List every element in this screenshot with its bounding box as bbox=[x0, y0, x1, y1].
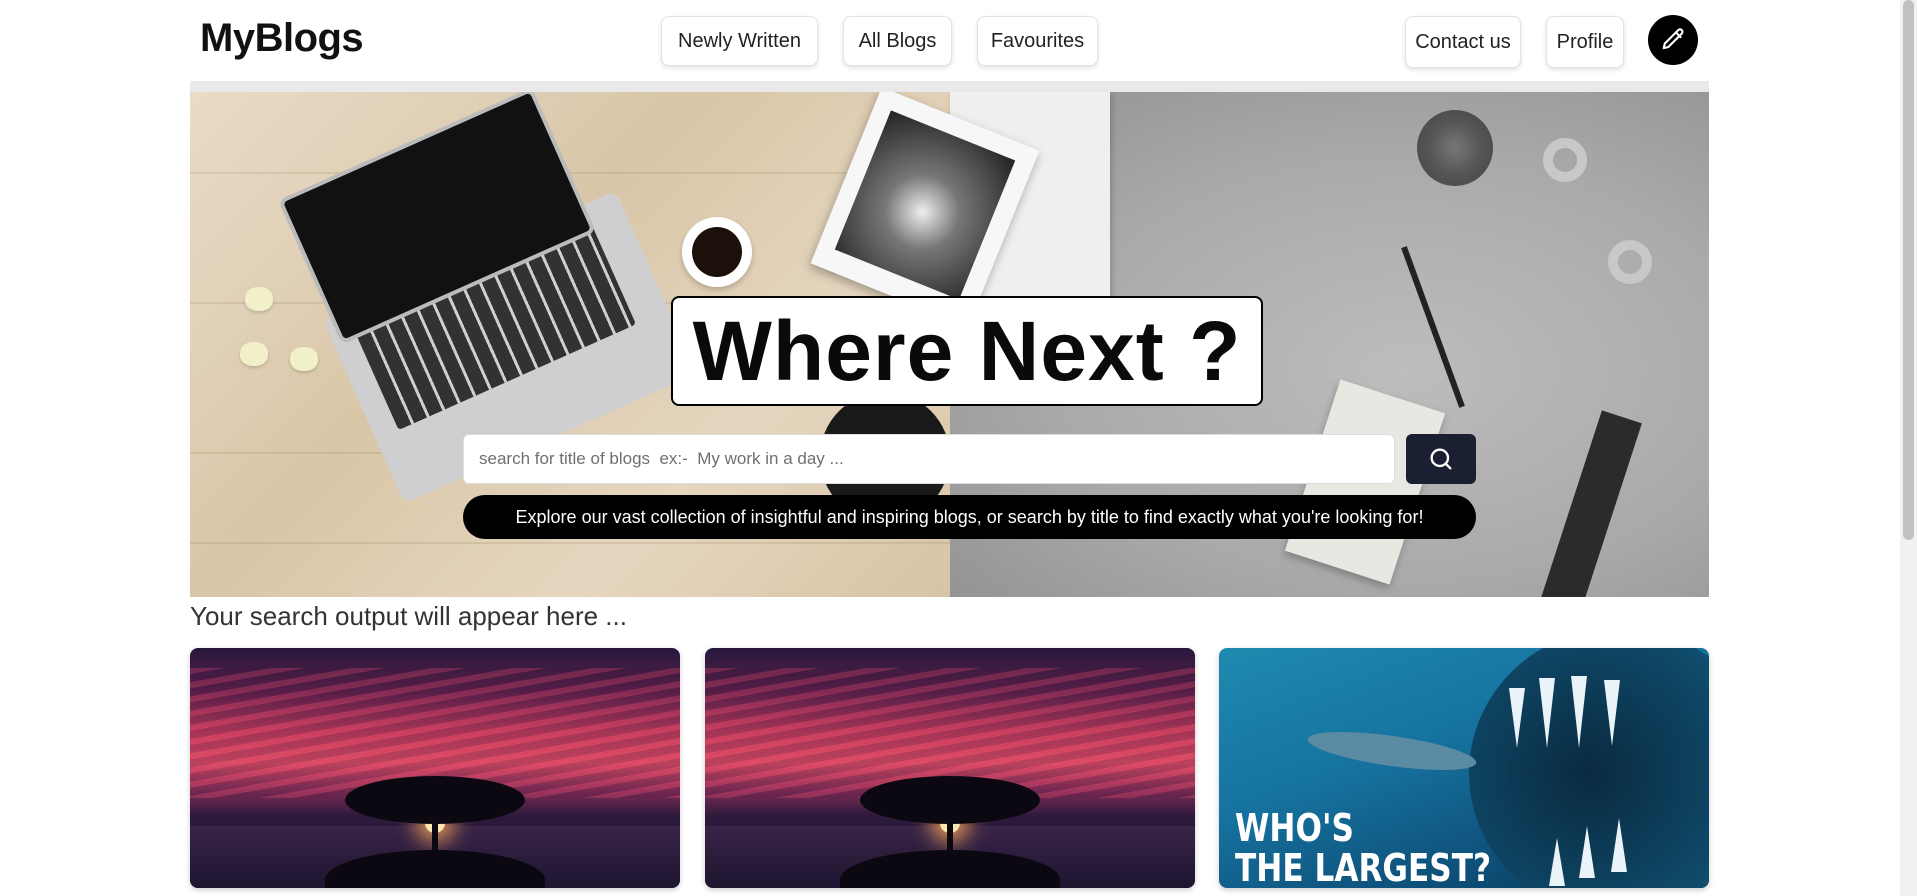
nav-profile-button[interactable]: Profile bbox=[1546, 16, 1624, 68]
blog-card[interactable]: WHO'S THE LARGEST? bbox=[1219, 648, 1709, 888]
paper-ball-image bbox=[245, 287, 273, 311]
blog-card[interactable] bbox=[190, 648, 680, 888]
tooth-image bbox=[1611, 818, 1627, 872]
wood-grain bbox=[190, 542, 950, 544]
nav-contact-us-button[interactable]: Contact us bbox=[1405, 16, 1521, 68]
tape-roll-image bbox=[1543, 138, 1587, 182]
search-icon bbox=[1430, 448, 1452, 470]
tooth-image bbox=[1509, 688, 1525, 748]
succulent-image bbox=[1417, 110, 1493, 186]
blog-card[interactable] bbox=[705, 648, 1195, 888]
nav-all-blogs-button[interactable]: All Blogs bbox=[843, 16, 952, 66]
header-divider bbox=[190, 81, 1709, 92]
tree-trunk-image bbox=[432, 798, 438, 858]
pencil-icon bbox=[1662, 28, 1684, 50]
paper-ball-image bbox=[240, 342, 268, 366]
tooth-image bbox=[1604, 680, 1620, 746]
hero-tagline: Explore our vast collection of insightfu… bbox=[463, 495, 1476, 539]
card-overlay-line1: WHO'S bbox=[1235, 806, 1354, 850]
nav-favourites-button[interactable]: Favourites bbox=[977, 16, 1098, 66]
nav-newly-written-button[interactable]: Newly Written bbox=[661, 16, 818, 66]
scrollbar-thumb[interactable] bbox=[1903, 0, 1914, 540]
write-blog-button[interactable] bbox=[1648, 15, 1698, 65]
tooth-image bbox=[1539, 678, 1555, 748]
brand-logo[interactable]: MyBlogs bbox=[200, 16, 364, 61]
hero-title: Where Next ? bbox=[692, 304, 1242, 398]
paper-ball-image bbox=[290, 347, 318, 371]
search-input[interactable] bbox=[463, 434, 1395, 484]
tooth-image bbox=[1549, 838, 1565, 886]
tooth-image bbox=[1579, 826, 1595, 878]
card-overlay-line2: THE LARGEST? bbox=[1235, 846, 1492, 888]
search-output-heading: Your search output will appear here ... bbox=[190, 601, 627, 631]
tree-trunk-image bbox=[947, 798, 953, 858]
tape-roll-image bbox=[1608, 240, 1652, 284]
tooth-image bbox=[1571, 676, 1587, 748]
coffee-image bbox=[692, 227, 742, 277]
hero-banner: Where Next ? Explore our vast collection… bbox=[190, 92, 1709, 597]
card-overlay-text: WHO'S THE LARGEST? bbox=[1235, 808, 1491, 888]
search-button[interactable] bbox=[1406, 434, 1476, 484]
hero-title-box: Where Next ? bbox=[671, 296, 1263, 406]
